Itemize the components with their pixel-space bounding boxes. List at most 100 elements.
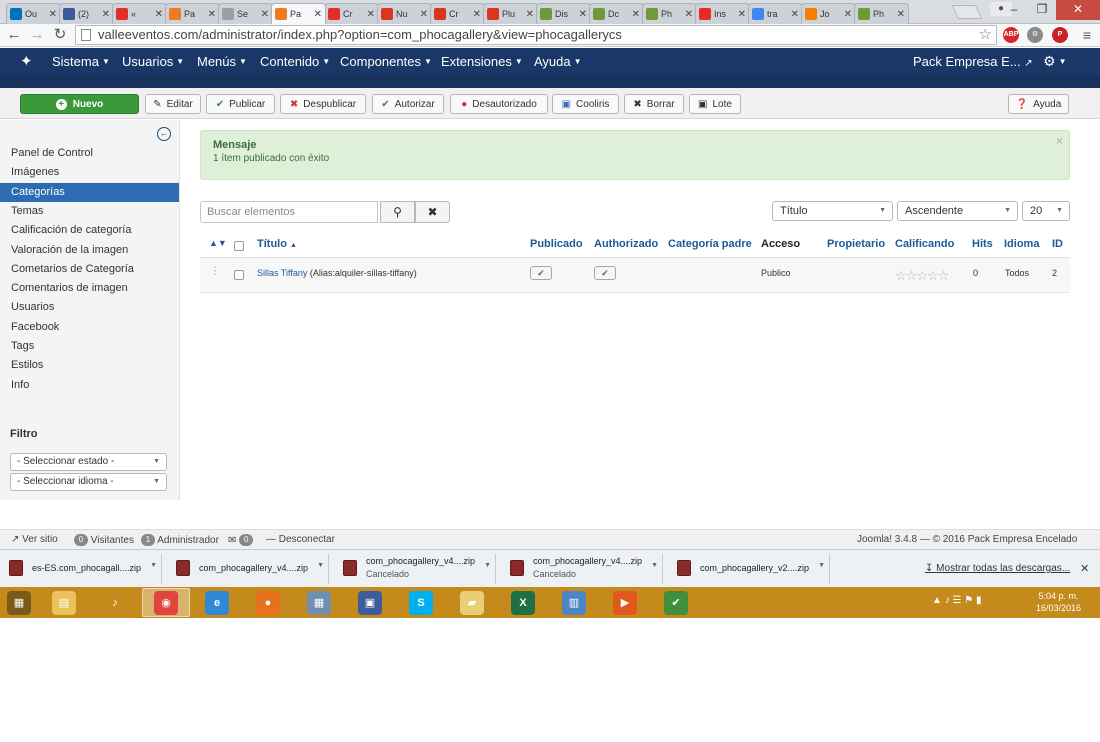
column-header-publicado[interactable]: Publicado	[530, 238, 583, 250]
column-header-propietario[interactable]: Propietario	[827, 238, 885, 250]
forward-button[interactable]: →	[28, 26, 46, 44]
clear-search-button[interactable]: ✖	[415, 201, 450, 223]
taskbar-app[interactable]: ▦	[295, 588, 343, 617]
extension-gear-icon[interactable]: ⚙	[1027, 27, 1043, 43]
bookmark-star-icon[interactable]: ☆	[979, 26, 992, 44]
ordering-sort-icon[interactable]: ▲▼	[209, 238, 227, 248]
menu-usuarios[interactable]: Usuarios ▼	[122, 54, 184, 69]
batch-button[interactable]: ▣ Lote	[689, 94, 741, 114]
sidebar-item[interactable]: Valoración de la imagen	[0, 241, 179, 260]
tab-close-icon[interactable]: ✕	[102, 9, 110, 20]
tab-close-icon[interactable]: ✕	[579, 9, 587, 20]
taskbar-app[interactable]: ▤	[40, 588, 88, 617]
limit-select[interactable]: 20 ▼	[1022, 201, 1070, 221]
browser-tab[interactable]: (2) ✕	[59, 3, 114, 24]
clock[interactable]: 5:04 p. m. 16/03/2016	[1036, 590, 1081, 614]
taskbar-app[interactable]: ▥	[550, 588, 598, 617]
download-item[interactable]: com_phocagallery_v4....zip Cancelado ▼	[334, 554, 496, 584]
drag-handle-icon[interactable]: ⋮	[210, 266, 220, 277]
new-tab-button[interactable]	[951, 5, 983, 19]
download-item[interactable]: com_phocagallery_v4....zip ▼	[167, 554, 329, 584]
taskbar-app[interactable]: ✔	[652, 588, 700, 617]
messages-status[interactable]: ✉ 0	[228, 534, 254, 546]
tab-close-icon[interactable]: ✕	[367, 9, 375, 20]
browser-tab[interactable]: tra ✕	[748, 3, 803, 24]
chevron-down-icon[interactable]: ▼	[484, 562, 491, 569]
taskbar-app[interactable]: ▦	[2, 588, 36, 617]
menu-contenido[interactable]: Contenido ▼	[260, 54, 330, 69]
chevron-down-icon[interactable]: ▼	[150, 562, 157, 569]
menu-ayuda[interactable]: Ayuda ▼	[534, 54, 582, 69]
browser-tab[interactable]: Pa ✕	[165, 3, 220, 24]
tab-close-icon[interactable]: ✕	[844, 9, 852, 20]
sidebar-item[interactable]: Usuarios	[0, 298, 179, 317]
cooliris-button[interactable]: ▣ Cooliris	[552, 94, 619, 114]
minimize-button[interactable]: –	[1000, 0, 1028, 20]
tab-close-icon[interactable]: ✕	[420, 9, 428, 20]
column-header-hits[interactable]: Hits	[972, 238, 993, 250]
taskbar-app[interactable]: ♪	[91, 588, 139, 617]
column-header-autorizado[interactable]: Authorizado	[594, 238, 658, 250]
authorized-toggle[interactable]: ✔	[594, 266, 616, 280]
tab-close-icon[interactable]: ✕	[473, 9, 481, 20]
filter-language-select[interactable]: - Seleccionar idioma - ▼	[10, 473, 167, 491]
menu-componentes[interactable]: Componentes ▼	[340, 54, 432, 69]
tab-close-icon[interactable]: ✕	[314, 9, 322, 20]
tab-close-icon[interactable]: ✕	[738, 9, 746, 20]
tab-close-icon[interactable]: ✕	[791, 9, 799, 20]
download-item[interactable]: es-ES.com_phocagall....zip ▼	[0, 554, 162, 584]
tab-close-icon[interactable]: ✕	[49, 9, 57, 20]
download-item[interactable]: com_phocagallery_v2....zip ▼	[668, 554, 830, 584]
tab-close-icon[interactable]: ✕	[526, 9, 534, 20]
sidebar-item[interactable]: Comentarios de imagen	[0, 279, 179, 298]
taskbar-app[interactable]: S	[397, 588, 445, 617]
close-icon[interactable]: ×	[1056, 134, 1063, 148]
taskbar-app[interactable]: ◉	[142, 588, 190, 617]
sidebar-item[interactable]: Imágenes	[0, 163, 179, 182]
volume-icon[interactable]: ♪	[945, 595, 950, 606]
view-site-link[interactable]: ↗ Ver sitio	[11, 534, 58, 545]
sidebar-item[interactable]: Calificación de categoría	[0, 221, 179, 240]
sidebar-item[interactable]: Facebook	[0, 318, 179, 337]
menu-extensiones[interactable]: Extensiones ▼	[441, 54, 523, 69]
maximize-button[interactable]: ❐	[1028, 0, 1056, 20]
chevron-down-icon[interactable]: ▼	[818, 562, 825, 569]
sidebar-item[interactable]: Panel de Control	[0, 144, 179, 163]
show-all-downloads-link[interactable]: ↧ Mostrar todas las descargas...	[925, 563, 1070, 574]
unauthorize-button[interactable]: ● Desautorizado	[450, 94, 548, 114]
browser-tab[interactable]: Ph ✕	[642, 3, 697, 24]
column-header-calificando[interactable]: Calificando	[895, 238, 954, 250]
unpublish-button[interactable]: ✖ Despublicar	[280, 94, 366, 114]
pinterest-icon[interactable]: P	[1052, 27, 1068, 43]
browser-tab[interactable]: Plu ✕	[483, 3, 538, 24]
chrome-menu-icon[interactable]: ≡	[1078, 26, 1096, 44]
star-icon[interactable]: ☆	[916, 268, 928, 283]
taskbar-app[interactable]: e	[193, 588, 241, 617]
tab-close-icon[interactable]: ✕	[208, 9, 216, 20]
authorize-button[interactable]: ✔ Autorizar	[372, 94, 444, 114]
close-downloads-icon[interactable]: ✕	[1080, 562, 1089, 575]
star-icon[interactable]: ☆	[927, 268, 939, 283]
star-icon[interactable]: ☆	[938, 268, 950, 283]
delete-button[interactable]: ✖ Borrar	[624, 94, 684, 114]
logout-link[interactable]: — Desconectar	[266, 534, 335, 545]
sidebar-item[interactable]: Estilos	[0, 356, 179, 375]
sidebar-item[interactable]: Cometarios de Categoría	[0, 260, 179, 279]
column-header-id[interactable]: ID	[1052, 238, 1063, 250]
user-settings-gear-icon[interactable]: ⚙ ▼	[1043, 53, 1066, 70]
taskbar-app[interactable]: ▣	[346, 588, 394, 617]
sidebar-item[interactable]: Tags	[0, 337, 179, 356]
tab-close-icon[interactable]: ✕	[685, 9, 693, 20]
row-checkbox[interactable]	[234, 270, 244, 280]
collapse-sidebar-icon[interactable]: ←	[157, 127, 171, 141]
menu-sistema[interactable]: Sistema ▼	[52, 54, 110, 69]
star-icon[interactable]: ☆	[906, 268, 918, 283]
taskbar-app[interactable]: ●	[244, 588, 292, 617]
reload-button[interactable]: ↻	[51, 26, 69, 44]
signal-icon[interactable]: ▮	[976, 595, 982, 606]
adblock-icon[interactable]: ABP	[1003, 27, 1019, 43]
browser-tab[interactable]: Ph ✕	[854, 3, 909, 24]
column-header-categoria-padre[interactable]: Categoría padre	[668, 238, 752, 250]
network-tray-icon[interactable]: ☰	[952, 595, 961, 606]
taskbar-app[interactable]: ▰	[448, 588, 496, 617]
